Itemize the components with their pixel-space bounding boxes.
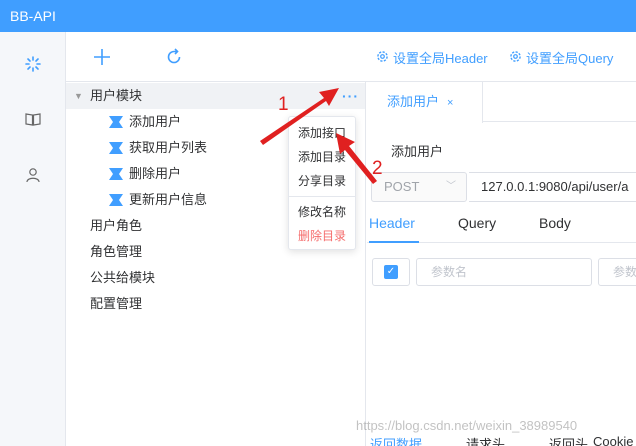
tab-cookie[interactable]: Cookie [593, 434, 633, 446]
tab-bar: 添加用户 × [367, 82, 636, 123]
gear-icon [509, 50, 522, 66]
global-query-button[interactable]: 设置全局Query [509, 48, 613, 67]
param-row: ✓ 参数名 参数 [367, 258, 636, 286]
more-icon[interactable]: ··· [342, 83, 359, 109]
tree-module-public[interactable]: 公共给模块 [66, 265, 365, 291]
tree-module-config[interactable]: 配置管理 [66, 291, 365, 317]
annotation-number-1: 1 [278, 94, 289, 115]
left-nav [0, 32, 66, 446]
tab-body[interactable]: Body [539, 211, 571, 243]
api-name: 添加用户 [391, 144, 444, 159]
tree-module-label: 用户角色 [90, 218, 143, 233]
gear-icon [376, 50, 389, 66]
chevron-down-icon: ﹀ [446, 181, 456, 192]
caret-down-icon: ▼ [74, 91, 83, 101]
toolbar: 设置全局Header 设置全局Query [66, 32, 636, 82]
user-icon[interactable] [21, 163, 45, 187]
tab-response-headers[interactable]: 返回头 [549, 434, 588, 446]
method-value: POST [384, 179, 420, 194]
tree-item-label: 添加用户 [129, 114, 182, 129]
annotation-number-2: 2 [372, 158, 383, 179]
tree-module-user[interactable]: ▼ 用户模块 ··· [66, 83, 365, 109]
menu-rename[interactable]: 修改名称 [289, 200, 355, 224]
tab-header[interactable]: Header [369, 211, 419, 243]
tree-module-label: 配置管理 [90, 296, 143, 311]
tab-query[interactable]: Query [458, 211, 496, 243]
watermark: https://blog.csdn.net/weixin_38989540 [356, 418, 578, 433]
refresh-icon[interactable] [162, 45, 186, 69]
tab-add-user[interactable]: 添加用户 × [367, 82, 483, 123]
api-icon [109, 194, 123, 206]
menu-add-api[interactable]: 添加接口 [289, 121, 355, 145]
menu-add-folder[interactable]: 添加目录 [289, 145, 355, 169]
param-value-input[interactable]: 参数 [598, 258, 636, 286]
app-title-bar: BB-API [0, 0, 636, 32]
request-row: POST ﹀ 127.0.0.1:9080/api/user/a [367, 172, 636, 204]
app-title: BB-API [10, 8, 56, 24]
api-icon [109, 168, 123, 180]
method-select[interactable]: POST ﹀ [371, 172, 467, 202]
menu-delete-folder[interactable]: 删除目录 [289, 224, 355, 248]
global-header-button[interactable]: 设置全局Header [376, 48, 488, 67]
global-header-label: 设置全局Header [393, 51, 488, 66]
tree-module-label: 公共给模块 [90, 270, 156, 285]
close-icon[interactable]: × [447, 97, 453, 109]
book-icon[interactable] [21, 107, 45, 131]
response-tabs: 返回数据 请求头 返回头 Cookie [367, 434, 636, 446]
tree-module-label: 角色管理 [90, 244, 143, 259]
tree-item-label: 获取用户列表 [129, 140, 208, 155]
spinner-icon[interactable] [21, 52, 45, 76]
main-panel: 添加用户 × 添加用户 POST ﹀ 127.0.0.1:9080/api/use… [367, 82, 636, 446]
tab-request-headers[interactable]: 请求头 [466, 434, 505, 446]
tree-module-label: 用户模块 [90, 88, 143, 103]
check-icon: ✓ [384, 265, 398, 279]
api-icon [109, 116, 123, 128]
menu-divider [289, 196, 355, 197]
tree-item-label: 更新用户信息 [129, 192, 208, 207]
tab-response-data[interactable]: 返回数据 [370, 434, 422, 446]
plus-icon[interactable] [90, 45, 114, 69]
context-menu: 添加接口 添加目录 分享目录 修改名称 删除目录 [288, 116, 356, 250]
tree-item-label: 删除用户 [129, 166, 182, 181]
menu-share-folder[interactable]: 分享目录 [289, 169, 355, 193]
url-input[interactable]: 127.0.0.1:9080/api/user/a [469, 172, 636, 202]
tab-label: 添加用户 [387, 94, 440, 109]
param-checkbox[interactable]: ✓ [372, 258, 410, 286]
api-icon [109, 142, 123, 154]
request-subtabs: Header Query Body [367, 211, 636, 243]
global-query-label: 设置全局Query [526, 51, 614, 66]
param-name-input[interactable]: 参数名 [416, 258, 592, 286]
